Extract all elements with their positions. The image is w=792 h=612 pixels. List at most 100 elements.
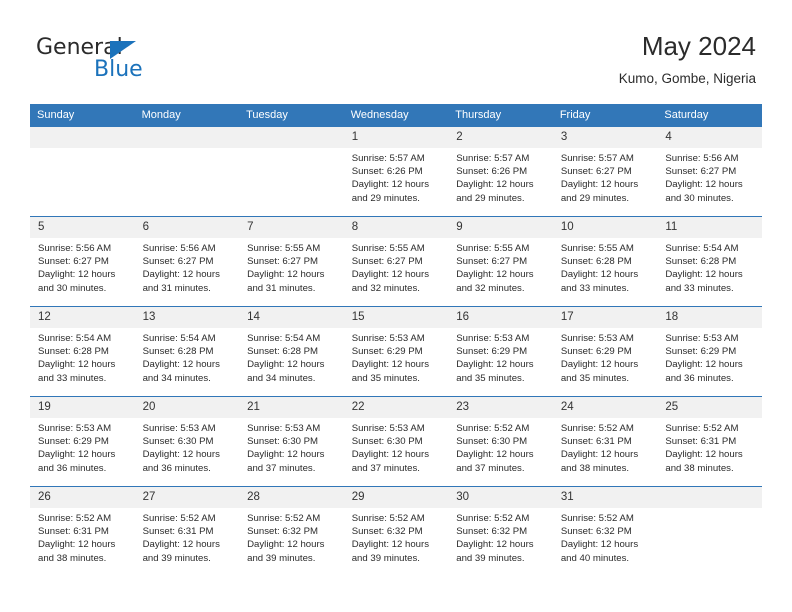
sunrise-text: Sunrise: 5:52 AM [247,513,321,524]
weekday-header-monday: Monday [134,104,240,127]
sunrise-text: Sunrise: 5:54 AM [665,243,739,254]
page-subtitle-location: Kumo, Gombe, Nigeria [618,71,756,86]
daylight-text-line1: Daylight: 12 hours [142,359,220,371]
day-number [239,127,344,148]
calendar-day-cell[interactable]: 3 Sunrise: 5:57 AM Sunset: 6:27 PM Daylight… [552,127,658,217]
sunrise-text: Sunrise: 5:55 AM [456,243,530,254]
day-details: Sunrise: 5:54 AM Sunset: 6:28 PM Daylight:… [239,328,344,385]
sunset-text: Sunset: 6:27 PM [351,256,423,268]
calendar-day-cell[interactable]: 8 Sunrise: 5:55 AM Sunset: 6:27 PM Daylight… [343,216,449,307]
daylight-text-line2: and 37 minutes. [351,462,420,474]
day-details: Sunrise: 5:52 AM Sunset: 6:32 PM Daylight:… [239,508,344,565]
calendar-day-cell[interactable]: 16 Sunrise: 5:53 AM Sunset: 6:29 PM Dayligh… [448,306,553,397]
calendar-day-cell[interactable]: 10 Sunrise: 5:55 AM Sunset: 6:28 PM Dayligh… [552,216,658,307]
day-details: Sunrise: 5:53 AM Sunset: 6:29 PM Daylight:… [30,418,135,475]
general-blue-logo[interactable]: General Blue [36,36,236,88]
sunset-text: Sunset: 6:28 PM [142,346,214,358]
day-number [657,487,762,508]
sunrise-text: Sunrise: 5:57 AM [351,153,425,164]
calendar-day-cell[interactable]: 6 Sunrise: 5:56 AM Sunset: 6:27 PM Daylight… [134,216,240,307]
calendar-day-cell[interactable]: 22 Sunrise: 5:53 AM Sunset: 6:30 PM Dayligh… [343,396,449,487]
calendar-day-cell[interactable]: 14 Sunrise: 5:54 AM Sunset: 6:28 PM Dayligh… [239,306,344,397]
calendar-day-cell[interactable]: 23 Sunrise: 5:52 AM Sunset: 6:30 PM Dayligh… [448,396,553,487]
sunset-text: Sunset: 6:29 PM [351,346,423,358]
day-details: Sunrise: 5:53 AM Sunset: 6:30 PM Daylight:… [344,418,449,475]
daylight-text-line1: Daylight: 12 hours [456,359,534,371]
sunrise-text: Sunrise: 5:52 AM [456,513,530,524]
sunrise-text: Sunrise: 5:57 AM [560,153,634,164]
calendar-day-cell[interactable]: 20 Sunrise: 5:53 AM Sunset: 6:30 PM Dayligh… [134,396,240,487]
sunrise-text: Sunrise: 5:53 AM [456,333,530,344]
day-details: Sunrise: 5:52 AM Sunset: 6:31 PM Daylight:… [553,418,658,475]
daylight-text-line1: Daylight: 12 hours [665,179,743,191]
sunrise-text: Sunrise: 5:52 AM [560,513,634,524]
daylight-text-line2: and 37 minutes. [456,462,525,474]
sunrise-text: Sunrise: 5:52 AM [38,513,112,524]
day-details: Sunrise: 5:57 AM Sunset: 6:26 PM Daylight:… [448,148,553,205]
daylight-text-line1: Daylight: 12 hours [38,359,116,371]
calendar-day-cell[interactable]: 11 Sunrise: 5:54 AM Sunset: 6:28 PM Dayligh… [657,216,762,307]
day-details: Sunrise: 5:56 AM Sunset: 6:27 PM Daylight:… [657,148,762,205]
day-number: 8 [343,217,449,238]
sunrise-text: Sunrise: 5:56 AM [38,243,112,254]
calendar-day-cell[interactable]: 29 Sunrise: 5:52 AM Sunset: 6:32 PM Dayligh… [343,486,449,576]
sunset-text: Sunset: 6:30 PM [247,436,319,448]
calendar-day-cell[interactable]: 18 Sunrise: 5:53 AM Sunset: 6:29 PM Dayligh… [657,306,762,397]
sunset-text: Sunset: 6:27 PM [247,256,319,268]
calendar-day-cell[interactable]: 4 Sunrise: 5:56 AM Sunset: 6:27 PM Daylight… [657,127,762,217]
day-number: 3 [552,127,658,148]
daylight-text-line1: Daylight: 12 hours [247,269,325,281]
day-details: Sunrise: 5:54 AM Sunset: 6:28 PM Daylight:… [135,328,240,385]
calendar-day-cell[interactable]: 27 Sunrise: 5:52 AM Sunset: 6:31 PM Dayligh… [134,486,240,576]
daylight-text-line2: and 29 minutes. [560,192,630,204]
calendar-day-cell[interactable]: 9 Sunrise: 5:55 AM Sunset: 6:27 PM Daylight… [448,216,553,307]
sunrise-text: Sunrise: 5:52 AM [142,513,216,524]
daylight-text-line1: Daylight: 12 hours [560,539,639,551]
calendar-day-cell[interactable]: 7 Sunrise: 5:55 AM Sunset: 6:27 PM Daylight… [239,216,344,307]
calendar-day-cell[interactable]: 17 Sunrise: 5:53 AM Sunset: 6:29 PM Dayligh… [552,306,658,397]
day-number: 6 [134,217,240,238]
day-number: 11 [657,217,762,238]
sunset-text: Sunset: 6:27 PM [38,256,109,268]
calendar-day-cell[interactable]: 12 Sunrise: 5:54 AM Sunset: 6:28 PM Dayligh… [30,306,135,397]
calendar-day-cell[interactable]: 13 Sunrise: 5:54 AM Sunset: 6:28 PM Dayligh… [134,306,240,397]
day-details: Sunrise: 5:52 AM Sunset: 6:32 PM Daylight:… [553,508,658,565]
sunset-text: Sunset: 6:29 PM [38,436,109,448]
calendar-page: General Blue May 2024 Kumo, Gombe, Niger… [0,0,792,612]
calendar-day-cell[interactable]: 19 Sunrise: 5:53 AM Sunset: 6:29 PM Dayligh… [30,396,135,487]
sunrise-text: Sunrise: 5:53 AM [665,333,739,344]
calendar-day-cell[interactable]: 26 Sunrise: 5:52 AM Sunset: 6:31 PM Dayligh… [30,486,135,576]
day-details: Sunrise: 5:57 AM Sunset: 6:26 PM Daylight:… [344,148,449,205]
calendar-day-cell[interactable]: 15 Sunrise: 5:53 AM Sunset: 6:29 PM Dayligh… [343,306,449,397]
day-number: 22 [343,397,449,418]
day-number: 5 [30,217,135,238]
calendar-body: 1 Sunrise: 5:57 AM Sunset: 6:26 PM Daylight… [30,127,762,576]
daylight-text-line2: and 34 minutes. [247,372,316,384]
calendar-day-cell[interactable]: 2 Sunrise: 5:57 AM Sunset: 6:26 PM Daylight… [448,127,553,217]
calendar-day-cell[interactable]: 31 Sunrise: 5:52 AM Sunset: 6:32 PM Dayligh… [552,486,658,576]
calendar-day-cell[interactable]: 24 Sunrise: 5:52 AM Sunset: 6:31 PM Dayligh… [552,396,658,487]
day-details: Sunrise: 5:53 AM Sunset: 6:29 PM Daylight:… [448,328,553,385]
sunset-text: Sunset: 6:28 PM [560,256,632,268]
day-number: 26 [30,487,135,508]
weekday-header-saturday: Saturday [657,104,762,127]
calendar-day-cell[interactable]: 25 Sunrise: 5:52 AM Sunset: 6:31 PM Dayligh… [657,396,762,487]
calendar-day-cell[interactable]: 5 Sunrise: 5:56 AM Sunset: 6:27 PM Daylight… [30,216,135,307]
calendar-day-cell[interactable]: 21 Sunrise: 5:53 AM Sunset: 6:30 PM Dayligh… [239,396,344,487]
day-number: 25 [657,397,762,418]
daylight-text-line1: Daylight: 12 hours [142,269,220,281]
sunrise-text: Sunrise: 5:52 AM [665,423,739,434]
calendar-day-cell[interactable]: 30 Sunrise: 5:52 AM Sunset: 6:32 PM Dayligh… [448,486,553,576]
sunset-text: Sunset: 6:31 PM [142,526,214,538]
page-header: General Blue May 2024 Kumo, Gombe, Niger… [0,0,792,100]
weekday-header-thursday: Thursday [448,104,553,127]
daylight-text-line2: and 30 minutes. [665,192,734,204]
calendar-day-cell[interactable]: 1 Sunrise: 5:57 AM Sunset: 6:26 PM Daylight… [343,127,449,217]
calendar-day-cell[interactable]: 28 Sunrise: 5:52 AM Sunset: 6:32 PM Dayligh… [239,486,344,576]
logo-text-blue: Blue [94,57,143,82]
sunset-text: Sunset: 6:30 PM [142,436,214,448]
day-number: 4 [657,127,762,148]
daylight-text-line1: Daylight: 12 hours [665,449,743,461]
sunrise-text: Sunrise: 5:53 AM [142,423,216,434]
sunset-text: Sunset: 6:30 PM [351,436,423,448]
